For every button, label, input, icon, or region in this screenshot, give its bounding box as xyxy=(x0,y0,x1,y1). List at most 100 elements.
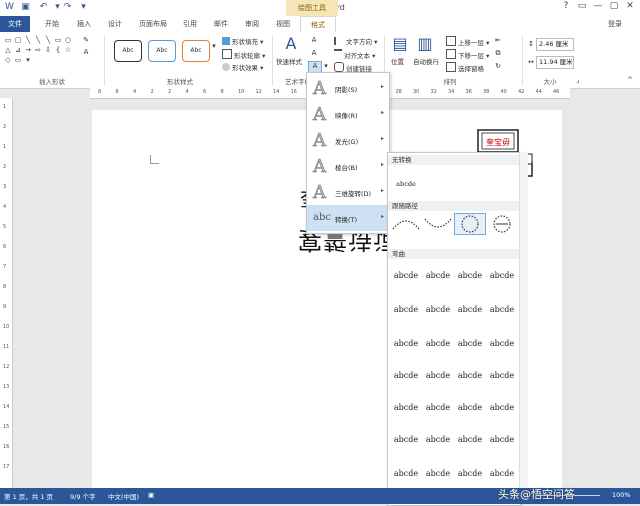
edit-shape-icon[interactable]: ✎ xyxy=(82,36,90,44)
tab-mailings[interactable]: 邮件 xyxy=(207,16,235,32)
arrow-shape-icon[interactable]: ⇨ xyxy=(34,46,42,54)
shape-style-sample-orange[interactable]: Abc xyxy=(182,40,210,62)
zoom-level[interactable]: 100% xyxy=(612,491,631,499)
tab-view[interactable]: 视图 xyxy=(269,16,297,32)
text-box-icon[interactable]: A xyxy=(82,48,90,56)
position-icon[interactable]: ▤ xyxy=(392,34,408,53)
warp-option[interactable]: abcde xyxy=(454,429,486,451)
warp-option[interactable]: abcde xyxy=(390,265,422,287)
warp-option[interactable]: abcde xyxy=(486,365,518,387)
line-shape-icon[interactable]: ╲ xyxy=(44,36,52,44)
tab-insert[interactable]: 插入 xyxy=(70,16,98,32)
menu-item-transform[interactable]: abc 转换(T) ▸ xyxy=(307,205,389,231)
no-transform-option[interactable]: abcde xyxy=(390,173,422,195)
warp-option[interactable]: abcde xyxy=(454,365,486,387)
tab-file[interactable]: 文件 xyxy=(0,16,30,32)
ribbon-display-button[interactable]: ▭ xyxy=(574,1,590,11)
tab-home[interactable]: 开始 xyxy=(38,16,66,32)
page-count[interactable]: 第 1 页，共 1 页 xyxy=(4,491,53,501)
text-effects-dropdown-icon[interactable]: ▾ xyxy=(322,62,330,70)
warp-option[interactable]: abcde xyxy=(422,299,454,321)
gallery-scrollbar[interactable] xyxy=(519,152,528,504)
follow-path-arch-down[interactable] xyxy=(422,213,454,235)
position-button[interactable]: 位置 xyxy=(391,56,404,66)
shape-style-sample-dark[interactable]: Abc xyxy=(114,40,142,62)
group-icon[interactable]: ⧉ xyxy=(494,49,502,57)
warp-option[interactable]: abcde xyxy=(390,333,422,355)
rectangle-shape-icon[interactable]: ▢ xyxy=(14,36,22,44)
warp-option[interactable]: abcde xyxy=(390,429,422,451)
shape-style-sample-blue[interactable]: Abc xyxy=(148,40,176,62)
wrap-text-button[interactable]: 自动换行 xyxy=(413,56,439,66)
warp-option[interactable]: abcde xyxy=(422,429,454,451)
flowchart-shape-icon[interactable]: ◇ xyxy=(4,56,12,64)
menu-item-3d-rotation[interactable]: A 三维旋转(D) ▸ xyxy=(307,179,389,205)
more-shapes-icon[interactable]: ▾ xyxy=(24,56,32,64)
menu-item-bevel[interactable]: A 棱台(B) ▸ xyxy=(307,153,389,179)
rectangle-shape-icon[interactable]: ▭ xyxy=(54,36,62,44)
warp-option[interactable]: abcde xyxy=(390,365,422,387)
maximize-button[interactable]: ▢ xyxy=(606,1,622,11)
warp-option[interactable]: abcde xyxy=(454,463,486,485)
arrow-shape-icon[interactable]: ⇩ xyxy=(44,46,52,54)
word-count[interactable]: 9/9 个字 xyxy=(70,491,96,501)
selection-pane-button[interactable]: 选择窗格 xyxy=(446,62,484,73)
size-dialog-launcher-icon[interactable]: ⌟ xyxy=(574,76,582,84)
macro-recording-icon[interactable]: ▣ xyxy=(148,491,154,499)
warp-option[interactable]: abcde xyxy=(486,397,518,419)
star-shape-icon[interactable]: ☆ xyxy=(64,46,72,54)
warp-option[interactable]: abcde xyxy=(422,265,454,287)
style-gallery-more-icon[interactable]: ▾ xyxy=(210,42,218,50)
warp-option[interactable]: abcde xyxy=(486,299,518,321)
close-button[interactable]: ✕ xyxy=(622,1,638,11)
shape-outline-button[interactable]: 形状轮廓 ▾ xyxy=(222,49,265,60)
callout-shape-icon[interactable]: ▭ xyxy=(14,56,22,64)
tab-design[interactable]: 设计 xyxy=(101,16,129,32)
warp-option[interactable]: abcde xyxy=(390,463,422,485)
text-direction-button[interactable]: 文字方向 ▾ xyxy=(334,36,377,46)
warp-option[interactable]: abcde xyxy=(486,265,518,287)
shape-effects-button[interactable]: 形状效果 ▾ xyxy=(222,62,263,72)
text-outline-icon[interactable]: A xyxy=(310,49,318,57)
login-link[interactable]: 登录 xyxy=(608,16,622,32)
collapse-ribbon-icon[interactable]: ^ xyxy=(626,76,634,84)
send-backward-button[interactable]: 下移一层 ▾ xyxy=(446,49,489,60)
align-text-button[interactable]: 对齐文本 ▾ xyxy=(334,49,375,60)
line-shape-icon[interactable]: ╲ xyxy=(34,36,42,44)
arrow-shape-icon[interactable]: → xyxy=(24,46,32,54)
tab-references[interactable]: 引用 xyxy=(176,16,204,32)
warp-option[interactable]: abcde xyxy=(454,333,486,355)
oval-shape-icon[interactable]: ○ xyxy=(64,36,72,44)
warp-option[interactable]: abcde xyxy=(422,397,454,419)
warp-option[interactable]: abcde xyxy=(454,299,486,321)
follow-path-button[interactable] xyxy=(486,213,518,235)
warp-option[interactable]: abcde xyxy=(390,397,422,419)
width-field[interactable]: 11.94 厘米 xyxy=(536,56,574,69)
align-icon[interactable]: ⇤ xyxy=(494,36,502,44)
vertical-ruler[interactable]: 1 2 1 2 3 4 5 6 7 8 9 10 11 12 13 14 15 16 17 xyxy=(0,98,13,488)
bring-forward-button[interactable]: 上移一层 ▾ xyxy=(446,36,489,47)
rectangle-shape-icon[interactable]: ▭ xyxy=(4,36,12,44)
menu-item-shadow[interactable]: A 阴影(S) ▸ xyxy=(307,75,389,101)
quick-styles-icon[interactable]: A xyxy=(282,34,300,53)
triangle-shape-icon[interactable]: ⊿ xyxy=(14,46,22,54)
tab-format[interactable]: 格式 xyxy=(300,16,336,33)
height-field[interactable]: 2.46 厘米 xyxy=(536,38,574,51)
warp-option[interactable]: abcde xyxy=(422,365,454,387)
warp-option[interactable]: abcde xyxy=(486,463,518,485)
warp-option[interactable]: abcde xyxy=(454,265,486,287)
menu-item-glow[interactable]: A 发光(G) ▸ xyxy=(307,127,389,153)
warp-option[interactable]: abcde xyxy=(486,333,518,355)
triangle-shape-icon[interactable]: △ xyxy=(4,46,12,54)
language-indicator[interactable]: 中文(中国) xyxy=(108,491,139,501)
rotate-icon[interactable]: ↻ xyxy=(494,62,502,70)
follow-path-arch-up[interactable] xyxy=(390,213,422,235)
warp-option[interactable]: abcde xyxy=(486,429,518,451)
line-shape-icon[interactable]: ╲ xyxy=(24,36,32,44)
tab-page-layout[interactable]: 页面布局 xyxy=(133,16,173,32)
wrap-text-icon[interactable]: ▥ xyxy=(417,34,433,53)
brace-shape-icon[interactable]: { xyxy=(54,46,62,54)
warp-option[interactable]: abcde xyxy=(422,463,454,485)
text-fill-icon[interactable]: A xyxy=(310,36,318,44)
menu-item-reflection[interactable]: A 映像(R) ▸ xyxy=(307,101,389,127)
